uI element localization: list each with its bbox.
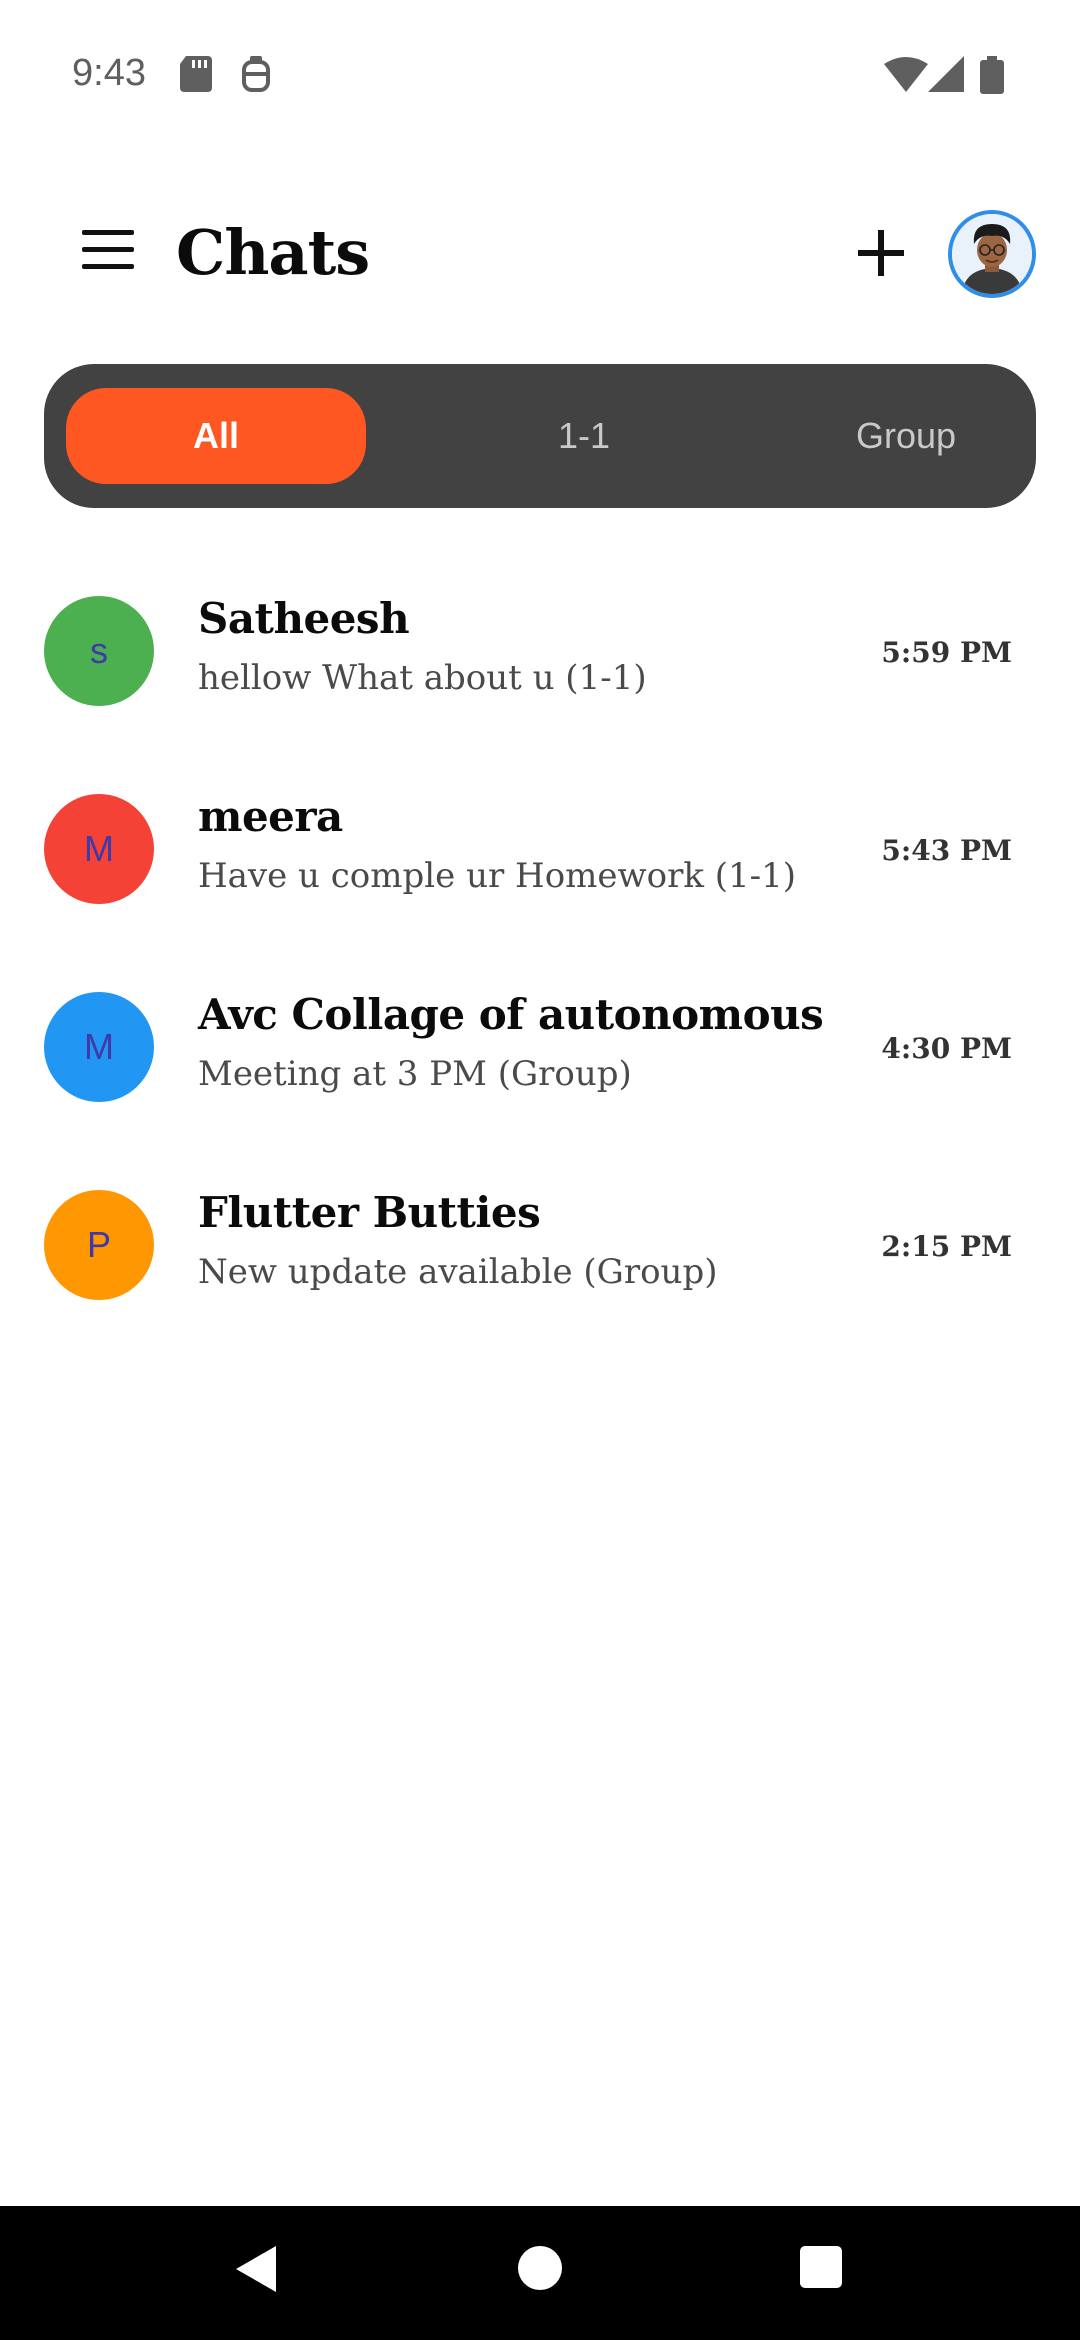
- chat-avatar: P: [44, 1190, 154, 1300]
- chat-time: 5:43 PM: [881, 834, 1012, 867]
- android-bot-icon: [242, 56, 270, 92]
- battery-icon: [980, 56, 1004, 94]
- chat-name: meera: [198, 792, 343, 841]
- chat-time: 2:15 PM: [881, 1230, 1012, 1263]
- chat-item[interactable]: M Avc Collage of autonomous Meeting at 3…: [0, 976, 1080, 1174]
- home-icon[interactable]: [518, 2246, 562, 2290]
- plus-icon[interactable]: [856, 228, 906, 278]
- person-avatar-icon: [952, 214, 1032, 294]
- chat-name: Flutter Butties: [198, 1188, 541, 1237]
- page-title: Chats: [176, 216, 370, 289]
- app-bar: Chats: [0, 190, 1080, 320]
- chat-last-message: Meeting at 3 PM (Group): [198, 1054, 632, 1094]
- menu-icon[interactable]: [82, 230, 136, 278]
- chat-name: Satheesh: [198, 594, 410, 643]
- tab-1-1[interactable]: 1-1: [434, 388, 734, 484]
- chat-item[interactable]: M meera Have u comple ur Homework (1-1) …: [0, 778, 1080, 976]
- chat-time: 5:59 PM: [881, 636, 1012, 669]
- status-bar: 9:43: [0, 0, 1080, 150]
- chat-time: 4:30 PM: [881, 1032, 1012, 1065]
- recents-icon[interactable]: [800, 2246, 842, 2288]
- back-icon[interactable]: [236, 2246, 276, 2292]
- status-time: 9:43: [72, 52, 146, 94]
- chats-screen: 9:43 Chats All 1-1 Group s Satheesh hell…: [0, 0, 1080, 2340]
- chat-last-message: hellow What about u (1-1): [198, 658, 647, 698]
- tab-group[interactable]: Group: [756, 388, 1056, 484]
- chat-avatar: M: [44, 794, 154, 904]
- chat-item[interactable]: s Satheesh hellow What about u (1-1) 5:5…: [0, 580, 1080, 778]
- system-nav-bar: [0, 2206, 1080, 2340]
- chat-list: s Satheesh hellow What about u (1-1) 5:5…: [0, 580, 1080, 1372]
- chat-avatar: s: [44, 596, 154, 706]
- sd-card-icon: [180, 56, 212, 92]
- chat-name: Avc Collage of autonomous: [198, 990, 824, 1039]
- chat-item[interactable]: P Flutter Butties New update available (…: [0, 1174, 1080, 1372]
- tab-all[interactable]: All: [66, 388, 366, 484]
- chat-filter-tabs: All 1-1 Group: [44, 364, 1036, 508]
- wifi-icon: [884, 57, 928, 92]
- profile-avatar[interactable]: [948, 210, 1036, 298]
- chat-last-message: Have u comple ur Homework (1-1): [198, 856, 797, 896]
- chat-avatar: M: [44, 992, 154, 1102]
- chat-last-message: New update available (Group): [198, 1252, 718, 1292]
- cell-signal-icon: [928, 56, 964, 92]
